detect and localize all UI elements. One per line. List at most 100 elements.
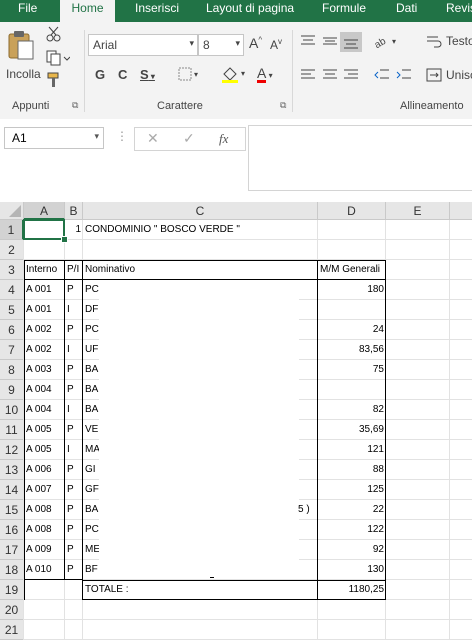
- cell-interno[interactable]: A 008: [24, 500, 65, 520]
- row-header[interactable]: 17: [0, 540, 24, 560]
- cell-nominativo[interactable]: VE: [83, 420, 99, 440]
- cell-mm[interactable]: 35,69: [318, 420, 386, 440]
- cell-pi[interactable]: P: [65, 560, 83, 580]
- column-header-f[interactable]: [450, 202, 472, 220]
- cell-interno[interactable]: A 010: [24, 560, 65, 580]
- cell-nominativo[interactable]: BA: [83, 400, 99, 420]
- cell-nominativo[interactable]: ME: [83, 540, 99, 560]
- cell-mm[interactable]: 83,56: [318, 340, 386, 360]
- select-all-corner[interactable]: [0, 202, 24, 220]
- cell-interno[interactable]: A 005: [24, 420, 65, 440]
- row-header[interactable]: 10: [0, 400, 24, 420]
- wrap-text-button[interactable]: Testo: [426, 34, 472, 51]
- borders-button[interactable]: ▾: [178, 67, 202, 84]
- font-size-select[interactable]: 8 ▾: [198, 34, 244, 56]
- cell-pi[interactable]: I: [65, 440, 83, 460]
- cell-mm[interactable]: 22: [318, 500, 386, 520]
- copy-button[interactable]: [46, 50, 71, 69]
- row-header[interactable]: 19: [0, 580, 24, 600]
- cell-interno[interactable]: A 003: [24, 360, 65, 380]
- cell-nominativo-tail[interactable]: 5 ): [296, 500, 318, 520]
- row-header[interactable]: 20: [0, 600, 24, 620]
- cell-nominativo[interactable]: BA: [83, 500, 99, 520]
- align-middle-button[interactable]: [322, 34, 338, 51]
- cell-mm[interactable]: 24: [318, 320, 386, 340]
- cell-pi[interactable]: P: [65, 360, 83, 380]
- cell-mm[interactable]: 92: [318, 540, 386, 560]
- align-top-button[interactable]: [300, 34, 316, 51]
- tab-formule[interactable]: Formule: [322, 0, 366, 22]
- cell-pi[interactable]: I: [65, 300, 83, 320]
- grow-font-button[interactable]: A^: [249, 35, 262, 51]
- cell-nominativo[interactable]: PC: [83, 520, 99, 540]
- cell-pi[interactable]: P: [65, 380, 83, 400]
- total-value-cell[interactable]: 1180,25: [318, 580, 386, 600]
- cut-button[interactable]: [46, 26, 62, 45]
- cell-nominativo[interactable]: PC: [83, 320, 99, 340]
- cell-interno[interactable]: A 009: [24, 540, 65, 560]
- row-header[interactable]: 8: [0, 360, 24, 380]
- cell-interno[interactable]: A 008: [24, 520, 65, 540]
- cell-nominativo[interactable]: PC: [83, 280, 99, 300]
- header-cell-mm[interactable]: M/M Generali: [318, 260, 386, 280]
- row-header[interactable]: 13: [0, 460, 24, 480]
- row-header[interactable]: 21: [0, 620, 24, 640]
- cell-mm[interactable]: [318, 380, 386, 400]
- row-header[interactable]: 16: [0, 520, 24, 540]
- name-box[interactable]: A1 ▾: [4, 127, 104, 149]
- cell-interno[interactable]: A 007: [24, 480, 65, 500]
- cell-pi[interactable]: I: [65, 340, 83, 360]
- header-cell-interno[interactable]: Interno: [24, 260, 65, 280]
- cell-interno[interactable]: A 004: [24, 380, 65, 400]
- italic-button[interactable]: C: [118, 67, 127, 82]
- cell-interno[interactable]: A 006: [24, 460, 65, 480]
- align-left-button[interactable]: [300, 68, 316, 85]
- tab-dati[interactable]: Dati: [396, 0, 417, 22]
- cell-pi[interactable]: P: [65, 520, 83, 540]
- row-header[interactable]: 4: [0, 280, 24, 300]
- decrease-indent-button[interactable]: [374, 68, 390, 85]
- cell-nominativo[interactable]: UF: [83, 340, 99, 360]
- selected-cell-a1[interactable]: [23, 219, 65, 240]
- tab-revisione[interactable]: Revis: [446, 0, 472, 22]
- header-cell-pi[interactable]: P/I: [65, 260, 83, 280]
- tab-inserisci[interactable]: Inserisci: [135, 0, 179, 22]
- cell-mm[interactable]: 125: [318, 480, 386, 500]
- cell-pi[interactable]: P: [65, 420, 83, 440]
- cell-interno[interactable]: A 001: [24, 300, 65, 320]
- cell-pi[interactable]: P: [65, 500, 83, 520]
- cell-interno[interactable]: A 001: [24, 280, 65, 300]
- header-cell-nominativo[interactable]: Nominativo: [83, 260, 318, 280]
- bold-button[interactable]: G: [95, 67, 105, 82]
- cancel-icon[interactable]: ✕: [147, 130, 159, 147]
- format-painter-button[interactable]: [46, 72, 64, 91]
- increase-indent-button[interactable]: [396, 68, 412, 85]
- cell-nominativo[interactable]: BF: [83, 560, 99, 580]
- row-header[interactable]: 14: [0, 480, 24, 500]
- row-header[interactable]: 9: [0, 380, 24, 400]
- row-header[interactable]: 5: [0, 300, 24, 320]
- row-header[interactable]: 7: [0, 340, 24, 360]
- font-launcher-icon[interactable]: ⧉: [280, 100, 286, 111]
- cell-nominativo[interactable]: GF: [83, 480, 99, 500]
- cell-b1[interactable]: 1: [65, 220, 83, 240]
- cell-mm[interactable]: 88: [318, 460, 386, 480]
- total-label-cell[interactable]: TOTALE :: [83, 580, 318, 600]
- underline-button[interactable]: S ▾: [140, 67, 155, 82]
- align-bottom-button[interactable]: [340, 32, 362, 52]
- shrink-font-button[interactable]: Av: [270, 37, 282, 52]
- cell-mm[interactable]: [318, 300, 386, 320]
- cell-mm[interactable]: 122: [318, 520, 386, 540]
- cell-mm[interactable]: 130: [318, 560, 386, 580]
- cell-mm[interactable]: 82: [318, 400, 386, 420]
- paste-button[interactable]: Incolla: [6, 28, 42, 88]
- row-header[interactable]: 12: [0, 440, 24, 460]
- column-header-b[interactable]: B: [65, 202, 83, 220]
- row-header[interactable]: 11: [0, 420, 24, 440]
- cell-mm[interactable]: 75: [318, 360, 386, 380]
- orientation-button[interactable]: ab ▾: [373, 34, 402, 51]
- font-name-select[interactable]: Arial ▾: [88, 34, 198, 56]
- fill-color-button[interactable]: ▾: [221, 66, 251, 87]
- cell-mm[interactable]: 121: [318, 440, 386, 460]
- font-color-button[interactable]: A ▾: [257, 66, 273, 83]
